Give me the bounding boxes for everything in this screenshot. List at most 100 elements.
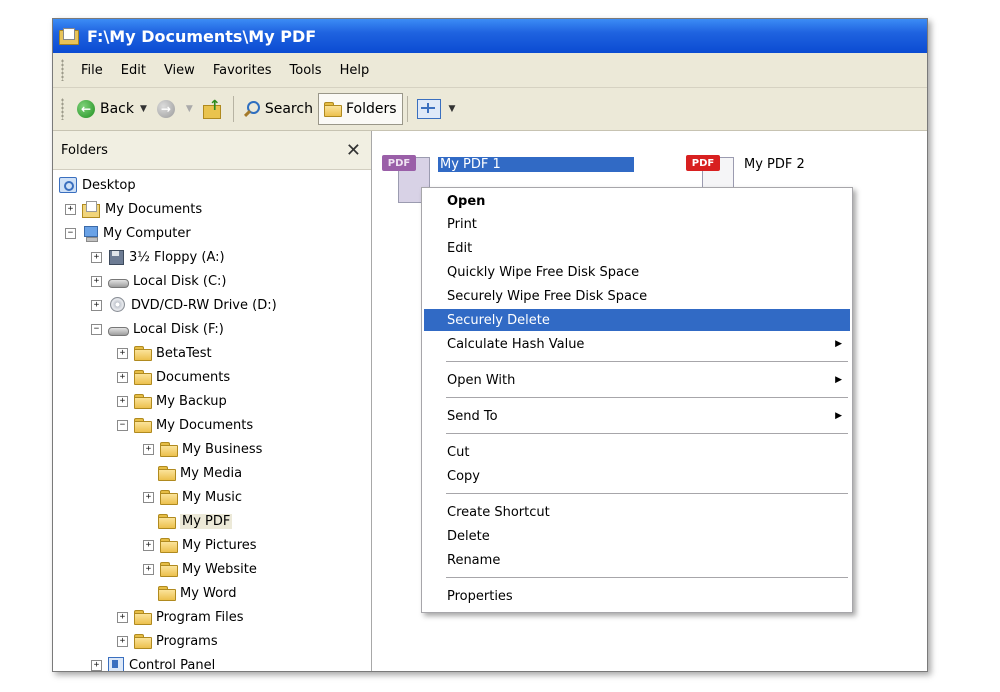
tree-item-local-disk-f[interactable]: − Local Disk (F:) — [91, 318, 224, 340]
tree-item-floppy[interactable]: + 3½ Floppy (A:) — [91, 246, 225, 268]
collapse-icon[interactable]: − — [65, 227, 76, 239]
tree-item-program-files[interactable]: + Program Files — [117, 606, 244, 628]
folders-pane-header: Folders ✕ — [53, 131, 371, 170]
search-label: Search — [264, 101, 313, 117]
file-name: My PDF 1 — [438, 157, 634, 172]
tree-item-label: Desktop — [82, 177, 136, 193]
tree-item-label: Documents — [156, 369, 231, 385]
tree-item-label: My Documents — [156, 417, 254, 433]
folder-icon — [160, 442, 178, 457]
expand-icon[interactable]: + — [65, 203, 76, 215]
menu-separator — [446, 433, 848, 434]
menu-separator — [446, 493, 848, 494]
floppy-drive-icon — [108, 249, 124, 265]
tree-item-my-website[interactable]: + My Website — [143, 558, 257, 580]
views-dropdown-icon: ▼ — [448, 104, 456, 114]
menu-tools[interactable]: Tools — [281, 63, 331, 78]
folder-icon — [134, 418, 152, 433]
menu-help[interactable]: Help — [331, 63, 379, 78]
close-icon[interactable]: ✕ — [346, 140, 361, 161]
title-bar[interactable]: F:\My Documents\My PDF — [53, 19, 927, 53]
tree-item-my-music[interactable]: + My Music — [143, 486, 242, 508]
expand-icon[interactable]: + — [117, 371, 128, 383]
menu-item-calculate-hash[interactable]: Calculate Hash Value ▶ — [424, 333, 850, 355]
tree-item-my-word[interactable]: My Word — [143, 582, 236, 604]
menu-edit[interactable]: Edit — [112, 63, 155, 78]
tree-item-my-pictures[interactable]: + My Pictures — [143, 534, 257, 556]
tree-item-my-business[interactable]: + My Business — [143, 438, 262, 460]
tree-item-betatest[interactable]: + BetaTest — [117, 342, 212, 364]
menu-item-create-shortcut[interactable]: Create Shortcut — [424, 501, 850, 523]
search-icon — [243, 100, 261, 118]
tree-item-control-panel[interactable]: + Control Panel — [91, 654, 216, 672]
views-icon — [416, 99, 441, 119]
tree-item-label: Programs — [156, 633, 218, 649]
tree-item-programs[interactable]: + Programs — [117, 630, 218, 652]
folder-icon — [134, 610, 152, 625]
back-dropdown-icon[interactable]: ▼ — [140, 104, 147, 114]
menu-item-open-with[interactable]: Open With ▶ — [424, 369, 850, 391]
expand-icon[interactable]: + — [143, 443, 154, 455]
tree-item-my-documents[interactable]: + My Documents — [65, 198, 202, 220]
tree-item-my-media[interactable]: My Media — [143, 462, 242, 484]
expand-icon[interactable]: + — [91, 299, 102, 311]
menu-item-send-to[interactable]: Send To ▶ — [424, 405, 850, 427]
collapse-icon[interactable]: − — [117, 419, 128, 431]
tree-item-label: My Media — [180, 465, 243, 481]
tree-item-my-documents-f[interactable]: − My Documents — [117, 414, 253, 436]
folder-icon — [160, 538, 178, 553]
folders-button[interactable]: Folders — [317, 93, 403, 125]
menu-item-quickly-wipe[interactable]: Quickly Wipe Free Disk Space — [424, 261, 850, 283]
menu-item-copy[interactable]: Copy — [424, 465, 850, 487]
forward-button[interactable]: → ▼ — [152, 94, 198, 124]
menu-favorites[interactable]: Favorites — [204, 63, 281, 78]
menu-view[interactable]: View — [155, 63, 204, 78]
tree-item-local-disk-c[interactable]: + Local Disk (C:) — [91, 270, 226, 292]
expand-icon[interactable]: + — [143, 539, 154, 551]
expand-icon[interactable]: + — [91, 275, 102, 287]
expand-icon[interactable]: + — [91, 659, 102, 671]
views-button[interactable]: ▼ — [412, 94, 461, 124]
menu-item-rename[interactable]: Rename — [424, 549, 850, 571]
search-button[interactable]: Search — [238, 94, 318, 124]
menu-separator — [446, 397, 848, 398]
folder-icon — [134, 394, 152, 409]
expand-icon[interactable]: + — [117, 395, 128, 407]
tree-item-label: BetaTest — [156, 345, 212, 361]
toolbar: ← Back ▼ → ▼ ↑ Search Folders ▼ — [53, 88, 927, 131]
folder-icon — [323, 102, 342, 117]
menu-item-cut[interactable]: Cut — [424, 441, 850, 463]
menu-item-open[interactable]: Open — [424, 190, 850, 212]
tree-item-label: Control Panel — [129, 657, 216, 672]
expand-icon[interactable]: + — [117, 611, 128, 623]
expand-icon[interactable]: + — [143, 491, 154, 503]
collapse-icon[interactable]: − — [91, 323, 102, 335]
tree-item-dvd-drive[interactable]: + DVD/CD-RW Drive (D:) — [91, 294, 277, 316]
menu-item-print[interactable]: Print — [424, 213, 850, 235]
up-button[interactable]: ↑ — [198, 94, 229, 124]
menu-item-properties[interactable]: Properties — [424, 585, 850, 607]
tree-item-my-backup[interactable]: + My Backup — [117, 390, 227, 412]
menu-item-edit[interactable]: Edit — [424, 237, 850, 259]
menu-item-securely-wipe[interactable]: Securely Wipe Free Disk Space — [424, 285, 850, 307]
tree-item-label: My Website — [182, 561, 257, 577]
tree-item-desktop[interactable]: Desktop — [59, 174, 136, 196]
back-button[interactable]: ← Back ▼ — [72, 94, 152, 124]
menu-file[interactable]: File — [72, 63, 112, 78]
submenu-arrow-icon: ▶ — [835, 375, 842, 385]
expand-icon[interactable]: + — [143, 563, 154, 575]
folder-icon — [134, 346, 152, 361]
expand-icon[interactable]: + — [117, 635, 128, 647]
forward-dropdown-icon[interactable]: ▼ — [186, 104, 193, 114]
hard-disk-icon — [108, 325, 129, 336]
tree-item-my-pdf[interactable]: My PDF — [143, 510, 233, 532]
tree-item-my-computer[interactable]: − My Computer — [65, 222, 191, 244]
tree-item-documents[interactable]: + Documents — [117, 366, 230, 388]
forward-arrow-icon: → — [156, 100, 175, 118]
tree-item-label: My PDF — [180, 513, 233, 529]
menu-item-securely-delete[interactable]: Securely Delete — [424, 309, 850, 331]
menu-item-delete[interactable]: Delete — [424, 525, 850, 547]
expand-icon[interactable]: + — [117, 347, 128, 359]
menu-separator — [446, 577, 848, 578]
expand-icon[interactable]: + — [91, 251, 102, 263]
